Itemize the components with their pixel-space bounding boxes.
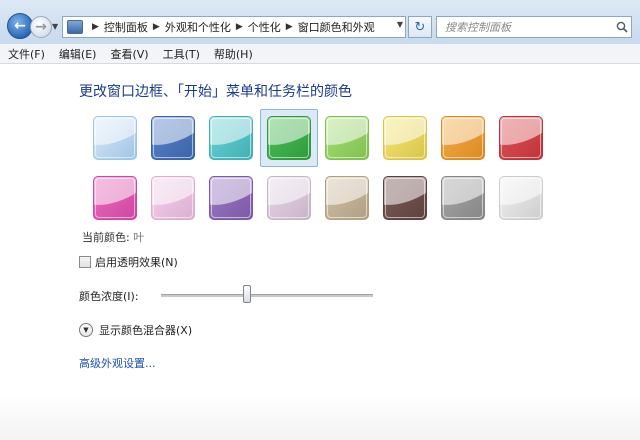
color-swatch[interactable] (492, 169, 550, 227)
color-swatch-tile[interactable] (267, 116, 311, 160)
color-swatch-tile[interactable] (151, 176, 195, 220)
breadcrumb-personalization[interactable]: 个性化 (248, 19, 281, 35)
color-mixer-expander[interactable]: ▼ 显示颜色混合器(X) (79, 322, 192, 338)
color-swatch-tile[interactable] (499, 176, 543, 220)
color-swatch-tile[interactable] (441, 176, 485, 220)
color-swatch[interactable] (434, 109, 492, 167)
color-swatch-tile[interactable] (151, 116, 195, 160)
refresh-icon: ↻ (414, 19, 426, 35)
chevron-right-icon[interactable]: ▶ (236, 22, 243, 32)
color-swatch-tile[interactable] (93, 176, 137, 220)
current-color-label: 当前颜色: (82, 231, 130, 244)
back-arrow-icon: ← (14, 18, 26, 34)
bottom-area (0, 395, 640, 440)
content-pane: 更改窗口边框、「开始」菜单和任务栏的颜色 当前颜色: 叶 启用透明效果(N) 颜… (0, 65, 640, 440)
breadcrumb-window-color[interactable]: 窗口颜色和外观 (298, 19, 375, 35)
color-swatch[interactable] (144, 109, 202, 167)
address-toolbar: ← → ▼ ▶ 控制面板 ▶ 外观和个性化 ▶ 个性化 ▶ 窗口颜色和外观 ▼ … (0, 0, 640, 45)
control-panel-icon (67, 20, 83, 34)
color-swatch[interactable] (376, 169, 434, 227)
color-swatch-tile[interactable] (93, 116, 137, 160)
color-swatch-tile[interactable] (267, 176, 311, 220)
menu-bar: 文件(F) 编辑(E) 查看(V) 工具(T) 帮助(H) (0, 44, 640, 64)
address-dropdown-icon[interactable]: ▼ (397, 20, 403, 29)
menu-tools[interactable]: 工具(T) (163, 46, 200, 62)
color-swatch-tile[interactable] (499, 116, 543, 160)
transparency-checkbox[interactable] (79, 256, 91, 268)
color-swatch-tile[interactable] (383, 176, 427, 220)
color-swatch-tile[interactable] (209, 176, 253, 220)
color-swatch-tile[interactable] (325, 116, 369, 160)
color-intensity-slider-track[interactable] (161, 294, 373, 297)
page-title: 更改窗口边框、「开始」菜单和任务栏的颜色 (79, 84, 352, 100)
color-swatch-row-1 (86, 109, 550, 167)
chevron-right-icon[interactable]: ▶ (92, 22, 99, 32)
color-swatch[interactable] (434, 169, 492, 227)
search-input[interactable] (443, 19, 607, 35)
color-swatch-tile[interactable] (209, 116, 253, 160)
color-swatch[interactable] (376, 109, 434, 167)
color-swatch-tile[interactable] (383, 116, 427, 160)
transparency-label[interactable]: 启用透明效果(N) (95, 254, 178, 270)
transparency-option[interactable]: 启用透明效果(N) (79, 254, 178, 270)
color-swatch[interactable] (260, 109, 318, 167)
color-swatch[interactable] (492, 109, 550, 167)
color-intensity-label: 颜色浓度(I): (79, 290, 139, 303)
chevron-right-icon[interactable]: ▶ (286, 22, 293, 32)
refresh-button[interactable]: ↻ (408, 16, 432, 38)
color-swatch[interactable] (86, 109, 144, 167)
color-swatch-tile[interactable] (441, 116, 485, 160)
chevron-down-icon[interactable]: ▼ (79, 323, 93, 337)
forward-button[interactable]: → (30, 16, 52, 38)
menu-file[interactable]: 文件(F) (8, 46, 45, 62)
color-swatch[interactable] (144, 169, 202, 227)
menu-edit[interactable]: 编辑(E) (59, 46, 97, 62)
current-color-value: 叶 (133, 231, 145, 244)
advanced-appearance-link[interactable]: 高级外观设置... (79, 355, 156, 371)
color-swatch-row-2 (86, 169, 550, 227)
color-swatch[interactable] (260, 169, 318, 227)
color-mixer-label[interactable]: 显示颜色混合器(X) (99, 322, 192, 338)
menu-help[interactable]: 帮助(H) (214, 46, 253, 62)
current-color-text: 当前颜色: 叶 (82, 229, 144, 245)
color-swatch[interactable] (202, 169, 260, 227)
menu-view[interactable]: 查看(V) (110, 46, 148, 62)
search-box[interactable] (436, 16, 632, 38)
recent-pages-dropdown-icon[interactable]: ▼ (52, 22, 58, 31)
color-swatch[interactable] (86, 169, 144, 227)
color-intensity-slider-thumb[interactable] (243, 285, 251, 303)
color-swatch[interactable] (318, 109, 376, 167)
forward-arrow-icon: → (35, 19, 47, 35)
address-bar[interactable]: ▶ 控制面板 ▶ 外观和个性化 ▶ 个性化 ▶ 窗口颜色和外观 ▼ (62, 16, 406, 38)
search-icon[interactable] (613, 18, 631, 36)
color-swatch-tile[interactable] (325, 176, 369, 220)
chevron-right-icon[interactable]: ▶ (153, 22, 160, 32)
breadcrumb-control-panel[interactable]: 控制面板 (104, 19, 148, 35)
color-swatch[interactable] (202, 109, 260, 167)
color-swatch[interactable] (318, 169, 376, 227)
breadcrumb-appearance[interactable]: 外观和个性化 (165, 19, 231, 35)
